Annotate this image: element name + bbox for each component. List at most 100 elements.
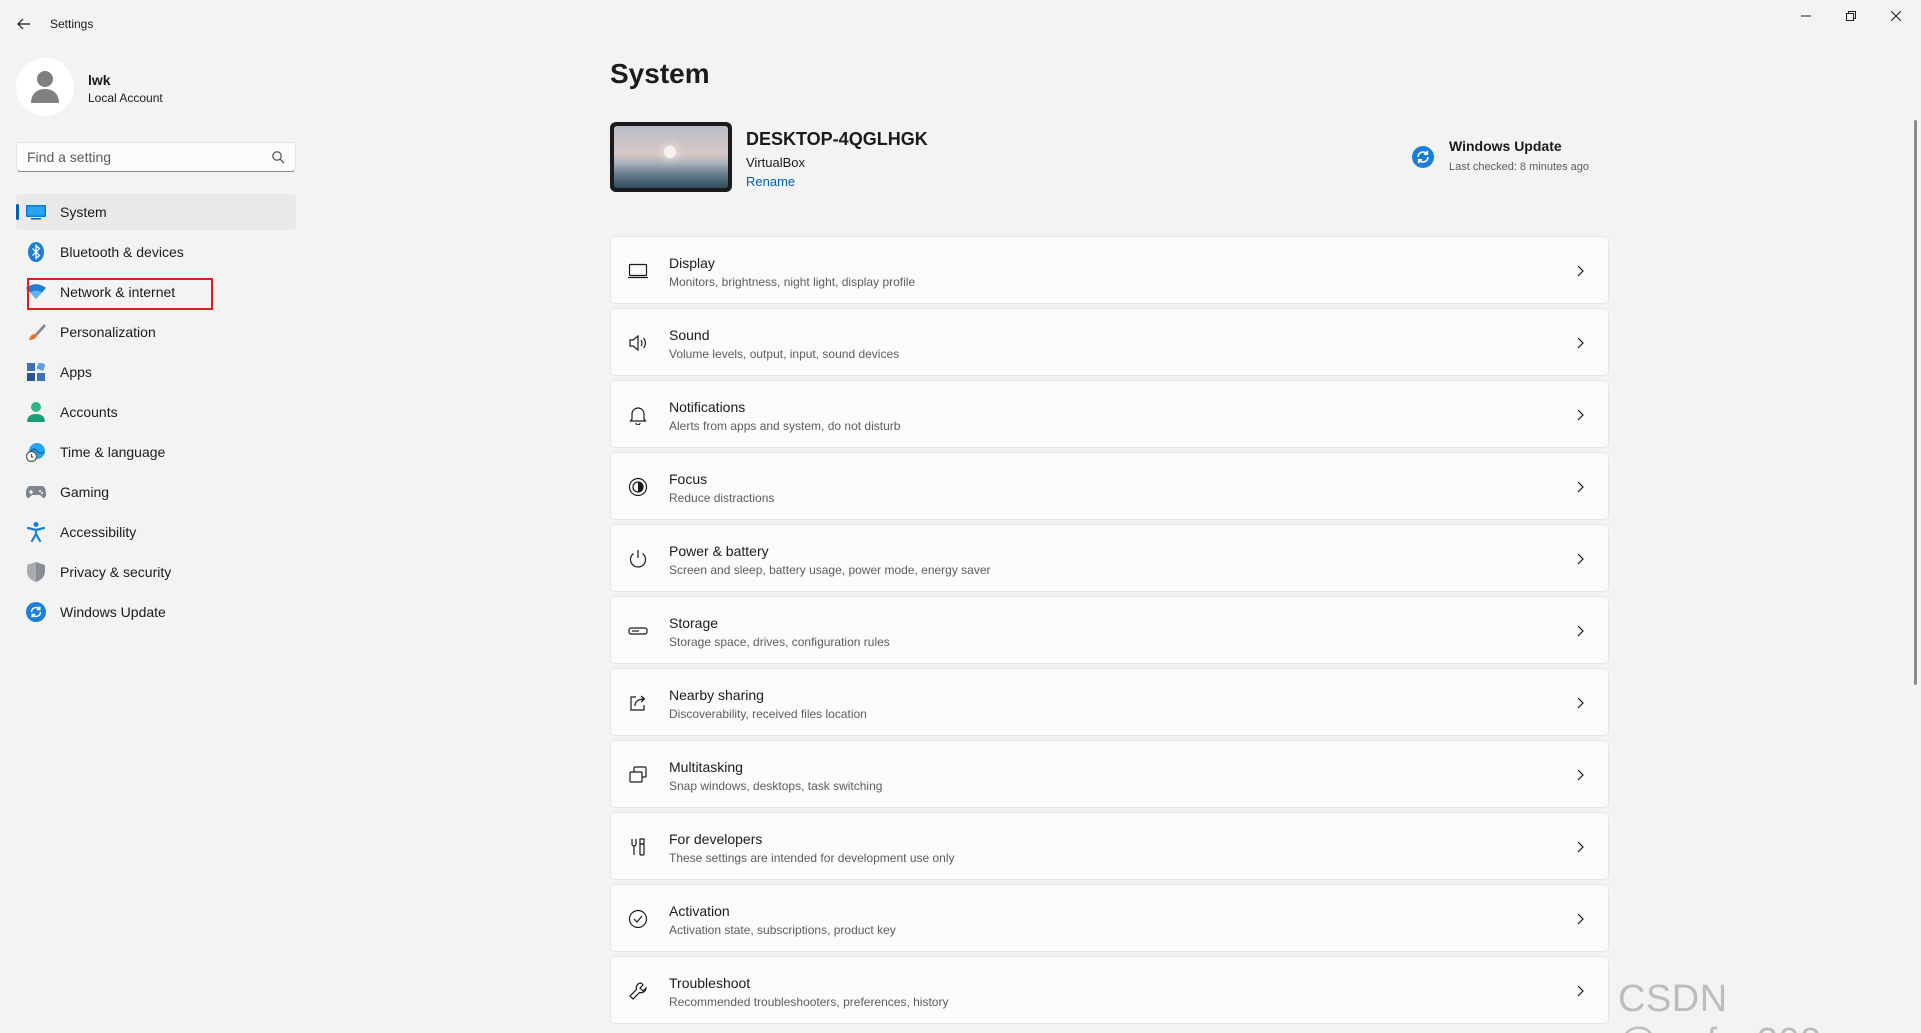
rename-link[interactable]: Rename <box>746 174 795 189</box>
sidebar-item-accounts[interactable]: Accounts <box>16 394 296 430</box>
sidebar-item-label: Gaming <box>60 484 110 500</box>
card-display[interactable]: Display Monitors, brightness, night ligh… <box>610 236 1609 304</box>
restore-button[interactable] <box>1828 0 1874 32</box>
sidebar-nav: System Bluetooth & devices Network & int… <box>16 194 296 634</box>
multitask-icon <box>629 766 647 783</box>
chevron-right-icon <box>1577 481 1584 493</box>
card-subtitle: Discoverability, received files location <box>669 707 867 721</box>
chevron-right-icon <box>1577 625 1584 637</box>
brush-icon <box>26 322 46 342</box>
card-title: Storage <box>669 615 719 631</box>
search-icon[interactable] <box>271 150 285 164</box>
card-title: Activation <box>669 903 730 919</box>
card-title: Multitasking <box>669 759 743 775</box>
card-storage[interactable]: Storage Storage space, drives, configura… <box>610 596 1609 664</box>
profile-account-type: Local Account <box>88 91 163 105</box>
sidebar-item-label: Apps <box>60 364 92 380</box>
card-title: Focus <box>669 471 708 487</box>
wrench-icon <box>629 982 647 1000</box>
close-icon <box>1891 11 1901 21</box>
share-icon <box>630 695 646 711</box>
chevron-right-icon <box>1577 697 1584 709</box>
sidebar-item-accessibility[interactable]: Accessibility <box>16 514 296 550</box>
chevron-right-icon <box>1577 409 1584 421</box>
focus-icon <box>628 477 648 497</box>
shield-icon <box>26 562 46 582</box>
gamepad-icon <box>26 482 46 502</box>
card-subtitle: Screen and sleep, battery usage, power m… <box>669 563 991 577</box>
sidebar-item-label: Personalization <box>60 324 156 340</box>
scrollbar[interactable] <box>1914 120 1917 685</box>
restore-icon <box>1846 11 1856 21</box>
card-sound[interactable]: Sound Volume levels, output, input, soun… <box>610 308 1609 376</box>
person-icon <box>31 71 59 103</box>
card-subtitle: Recommended troubleshooters, preferences… <box>669 995 949 1009</box>
card-title: Sound <box>669 327 710 343</box>
sidebar-item-gaming[interactable]: Gaming <box>16 474 296 510</box>
card-subtitle: Reduce distractions <box>669 491 775 505</box>
card-troubleshoot[interactable]: Troubleshoot Recommended troubleshooters… <box>610 956 1609 1024</box>
card-title: Notifications <box>669 399 746 415</box>
card-title: For developers <box>669 831 763 847</box>
sidebar-item-bluetooth[interactable]: Bluetooth & devices <box>16 234 296 270</box>
sidebar-item-personalization[interactable]: Personalization <box>16 314 296 350</box>
close-button[interactable] <box>1873 0 1919 32</box>
sidebar-item-label: Accessibility <box>60 524 137 540</box>
settings-card-list: Display Monitors, brightness, night ligh… <box>610 236 1609 1028</box>
card-power-battery[interactable]: Power & battery Screen and sleep, batter… <box>610 524 1609 592</box>
card-subtitle: Snap windows, desktops, task switching <box>669 779 883 793</box>
card-activation[interactable]: Activation Activation state, subscriptio… <box>610 884 1609 952</box>
back-button[interactable] <box>12 12 36 36</box>
sidebar-item-label: Windows Update <box>60 604 166 620</box>
card-title: Display <box>669 255 715 271</box>
watermark: CSDN @qwfys200 <box>1618 978 1821 1033</box>
avatar <box>16 58 74 116</box>
sidebar-item-label: Privacy & security <box>60 564 172 580</box>
card-subtitle: Volume levels, output, input, sound devi… <box>669 347 900 361</box>
apps-icon <box>26 362 46 382</box>
developer-tools-icon <box>631 838 645 856</box>
card-title: Troubleshoot <box>669 975 751 991</box>
card-multitasking[interactable]: Multitasking Snap windows, desktops, tas… <box>610 740 1609 808</box>
card-nearby-sharing[interactable]: Nearby sharing Discoverability, received… <box>610 668 1609 736</box>
minimize-icon <box>1801 15 1811 17</box>
card-subtitle: Activation state, subscriptions, product… <box>669 923 896 937</box>
device-thumbnail <box>610 122 732 192</box>
chevron-right-icon <box>1577 841 1584 853</box>
monitor-icon <box>628 263 648 279</box>
sidebar-item-apps[interactable]: Apps <box>16 354 296 390</box>
wallpaper-preview <box>614 126 728 188</box>
chevron-right-icon <box>1577 265 1584 277</box>
card-for-developers[interactable]: For developers These settings are intend… <box>610 812 1609 880</box>
sidebar-item-windows-update[interactable]: Windows Update <box>16 594 296 630</box>
globe-clock-icon <box>26 442 46 462</box>
sidebar-item-time-language[interactable]: Time & language <box>16 434 296 470</box>
minimize-button[interactable] <box>1783 0 1829 32</box>
update-icon[interactable] <box>1412 146 1434 168</box>
card-title: Nearby sharing <box>669 687 764 703</box>
chevron-right-icon <box>1577 337 1584 349</box>
sidebar-item-system[interactable]: System <box>16 194 296 230</box>
card-subtitle: Monitors, brightness, night light, displ… <box>669 275 916 289</box>
page-title: System <box>610 58 710 89</box>
card-subtitle: These settings are intended for developm… <box>669 851 955 865</box>
windows-update-title[interactable]: Windows Update <box>1449 138 1562 154</box>
search-input[interactable] <box>17 143 257 171</box>
sidebar-item-label: Time & language <box>60 444 166 460</box>
power-icon <box>629 550 647 568</box>
search-box[interactable] <box>16 142 296 172</box>
chevron-right-icon <box>1577 769 1584 781</box>
bell-icon <box>629 407 647 425</box>
chevron-right-icon <box>1577 553 1584 565</box>
device-model: VirtualBox <box>746 155 806 170</box>
card-focus[interactable]: Focus Reduce distractions <box>610 452 1609 520</box>
card-notifications[interactable]: Notifications Alerts from apps and syste… <box>610 380 1609 448</box>
sidebar-item-privacy-security[interactable]: Privacy & security <box>16 554 296 590</box>
device-name: DESKTOP-4QGLHGK <box>746 129 928 149</box>
update-icon <box>26 602 46 622</box>
chevron-right-icon <box>1577 913 1584 925</box>
accounts-icon <box>26 402 46 422</box>
card-title: Power & battery <box>669 543 769 559</box>
user-profile[interactable]: lwk Local Account <box>16 58 296 118</box>
storage-icon <box>628 627 648 635</box>
